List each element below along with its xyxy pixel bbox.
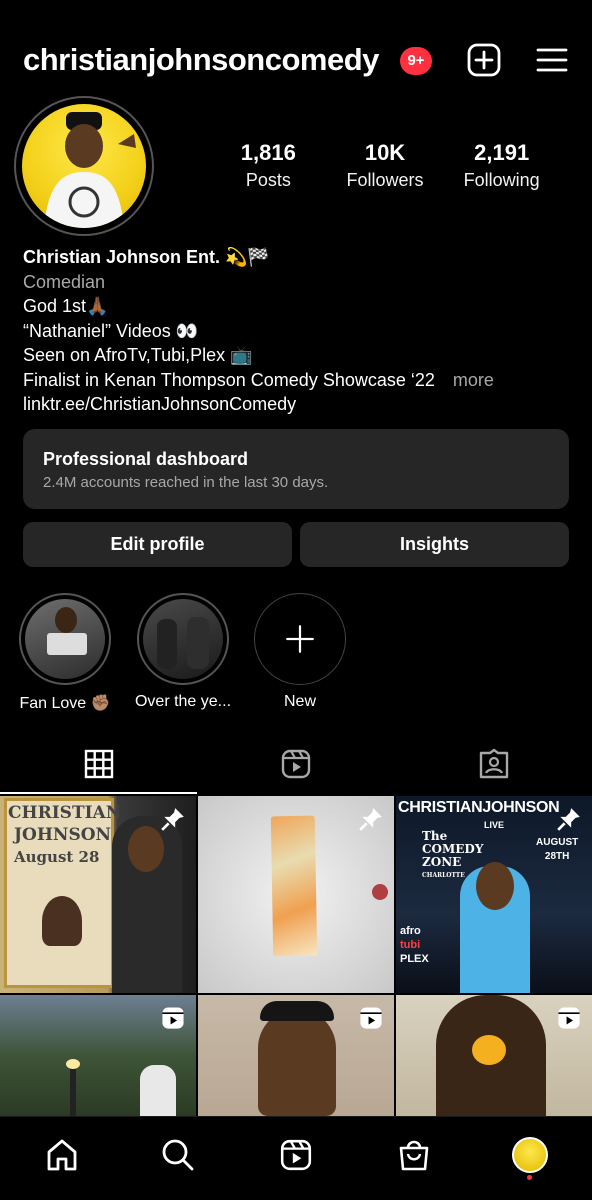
highlight-cover (143, 599, 223, 679)
bio-line: “Nathaniel” Videos 👀 (23, 320, 199, 341)
reels-icon[interactable] (276, 1135, 316, 1175)
tab-tagged[interactable] (395, 740, 592, 794)
shop-icon[interactable] (394, 1135, 434, 1175)
profile-link[interactable]: linktr.ee/ChristianJohnsonComedy (23, 392, 583, 417)
post-text: CHRISTIANJOHNSON (398, 799, 560, 816)
post-tile[interactable]: CHRISTIAN JOHNSON August 28 (0, 796, 196, 993)
plus-square-icon[interactable] (466, 42, 502, 78)
more-link[interactable]: more (453, 370, 494, 390)
profile-bio: Christian Johnson Ent. 💫🏁 Comedian God 1… (23, 245, 583, 417)
stat-followers[interactable]: 10K Followers (327, 140, 444, 191)
home-icon[interactable] (42, 1135, 82, 1175)
stat-value: 10K (364, 140, 406, 165)
notification-badge[interactable]: 9+ (400, 47, 432, 75)
profile-tabs (0, 740, 592, 794)
post-text: ZONE (422, 855, 462, 869)
insights-button[interactable]: Insights (300, 522, 569, 567)
reels-icon (558, 1007, 580, 1029)
highlight-label: New (283, 693, 316, 710)
reels-icon (281, 749, 310, 779)
profile-avatar[interactable] (14, 96, 154, 236)
grid-icon (84, 749, 113, 779)
highlight-ring (137, 593, 229, 685)
post-tile[interactable] (198, 995, 394, 1116)
stat-label: Posts (245, 170, 291, 190)
post-text: PLEX (400, 953, 429, 965)
reels-icon (162, 1007, 184, 1029)
stat-label: Following (463, 170, 540, 190)
reels-icon (360, 1007, 382, 1029)
display-name: Christian Johnson Ent. 💫🏁 (23, 247, 270, 267)
professional-dashboard-card[interactable]: Professional dashboard 2.4M accounts rea… (23, 429, 569, 509)
post-text: August 28 (14, 848, 100, 866)
post-text: LIVE (484, 820, 505, 830)
pin-icon (161, 808, 184, 831)
stat-posts[interactable]: 1,816 Posts (210, 140, 327, 191)
post-tile[interactable] (396, 995, 592, 1116)
highlight-over-the-years[interactable]: Over the ye... (128, 593, 238, 711)
post-text: tubi (400, 939, 421, 951)
avatar-photo (22, 104, 146, 228)
plus-icon (254, 593, 346, 685)
stat-following[interactable]: 2,191 Following (443, 140, 560, 191)
highlight-cover (25, 599, 105, 679)
dashboard-title: Professional dashboard (43, 449, 249, 469)
profile-category: Comedian (23, 271, 106, 292)
active-tab-indicator (0, 792, 197, 794)
highlight-ring (19, 593, 111, 685)
username-title[interactable]: christianjohnsoncomedy (23, 42, 379, 78)
post-tile[interactable] (0, 995, 196, 1116)
tagged-icon (479, 748, 508, 779)
stat-label: Followers (346, 170, 424, 190)
profile-avatar-icon[interactable] (510, 1135, 550, 1175)
post-text: 28TH (544, 851, 570, 862)
bio-line: Seen on AfroTv,Tubi,Plex 📺 (23, 345, 253, 365)
posts-grid: CHRISTIAN JOHNSON August 28 CHRISTIANJOH… (0, 796, 592, 1116)
post-text: AUGUST (536, 837, 579, 848)
stat-value: 2,191 (474, 140, 530, 165)
stat-value: 1,816 (240, 140, 296, 165)
pin-icon (359, 808, 382, 831)
post-tile[interactable] (198, 796, 394, 993)
post-text: CHRISTIAN (8, 803, 122, 823)
bottom-navigation (0, 1116, 592, 1200)
highlight-fan-love[interactable]: Fan Love ✊🏽 (10, 593, 120, 713)
hamburger-menu-icon[interactable] (534, 42, 570, 78)
highlight-label: Fan Love ✊🏽 (19, 695, 111, 712)
profile-notification-dot (527, 1175, 532, 1180)
post-tile[interactable]: CHRISTIANJOHNSON LIVE The COMEDY ZONE CH… (396, 796, 592, 993)
nav-avatar-photo (512, 1137, 548, 1173)
post-text: afro (400, 925, 421, 937)
profile-stats: 1,816 Posts 10K Followers 2,191 Followin… (210, 140, 560, 191)
dashboard-subtitle: 2.4M accounts reached in the last 30 day… (43, 474, 329, 491)
post-text: JOHNSON (14, 825, 112, 845)
bio-line: God 1st🙏🏾 (23, 296, 109, 316)
tab-reels[interactable] (197, 740, 394, 794)
highlight-new[interactable]: New (245, 593, 355, 711)
highlight-label: Over the ye... (134, 693, 232, 710)
tab-grid[interactable] (0, 740, 197, 794)
bio-line-with-more: Finalist in Kenan Thompson Comedy Showca… (23, 368, 583, 393)
pin-icon (557, 808, 580, 831)
search-icon[interactable] (158, 1135, 198, 1175)
bio-line: Finalist in Kenan Thompson Comedy Showca… (23, 369, 435, 390)
edit-profile-button[interactable]: Edit profile (23, 522, 292, 567)
